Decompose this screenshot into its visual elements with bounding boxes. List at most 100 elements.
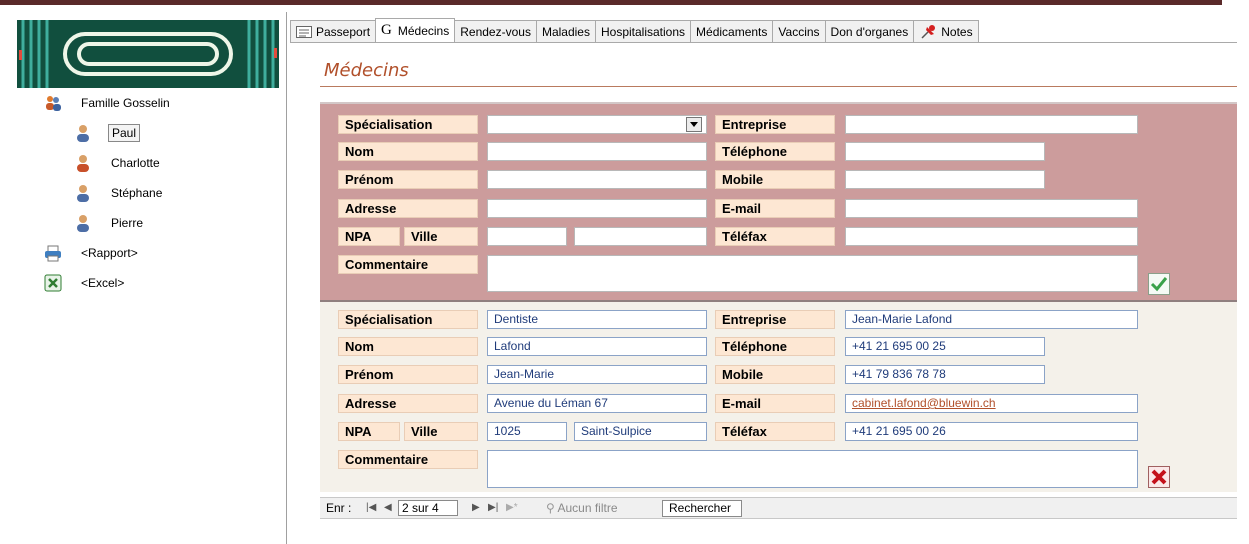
tab-vaccins[interactable]: Vaccins [772, 20, 826, 42]
pushpin-icon [919, 24, 937, 40]
tree-item-label: <Rapport> [81, 246, 138, 260]
telephone-value[interactable]: +41 21 695 00 25 [845, 337, 1045, 356]
app-logo [17, 20, 279, 88]
tab-label: Vaccins [778, 24, 820, 39]
tree-item-member-stephane[interactable]: Stéphane [74, 182, 165, 204]
label-telephone: Téléphone [715, 337, 835, 356]
label-entreprise: Entreprise [715, 310, 835, 329]
label-ville: Ville [404, 227, 478, 246]
save-button[interactable] [1148, 273, 1170, 295]
label-prenom: Prénom [338, 365, 478, 384]
record-label: Enr : [326, 501, 352, 515]
entreprise-field[interactable] [845, 115, 1138, 134]
npa-field[interactable] [487, 227, 567, 246]
record-position-input[interactable]: 2 sur 4 [398, 500, 458, 516]
g-letter-icon: G [381, 22, 392, 38]
tree-item-label: <Excel> [81, 276, 125, 290]
email-link[interactable]: cabinet.lafond@bluewin.ch [845, 394, 1138, 413]
delete-button[interactable] [1148, 466, 1170, 488]
page-title: Médecins [324, 60, 409, 81]
next-record-icon[interactable]: ▶ [472, 502, 480, 513]
tree-item-label: Famille Gosselin [81, 96, 170, 110]
tree-item-member-paul[interactable]: Paul [74, 122, 141, 144]
telephone-field[interactable] [845, 142, 1045, 161]
family-icon [44, 94, 62, 112]
label-npa: NPA [338, 422, 400, 441]
label-entreprise: Entreprise [715, 115, 835, 134]
label-email: E-mail [715, 199, 835, 218]
filter-status[interactable]: ⚲ Aucun filtre [546, 501, 618, 515]
label-mobile: Mobile [715, 365, 835, 384]
title-underline [320, 86, 1237, 87]
tree-item-excel[interactable]: <Excel> [44, 272, 127, 294]
label-ville: Ville [404, 422, 478, 441]
tab-label: Médicaments [696, 24, 768, 39]
ville-value[interactable]: Saint-Sulpice [574, 422, 707, 441]
adresse-field[interactable] [487, 199, 707, 218]
tree-item-label: Stéphane [111, 186, 163, 200]
commentaire-value[interactable] [487, 450, 1138, 488]
label-telephone: Téléphone [715, 142, 835, 161]
checkmark-icon [1148, 273, 1170, 295]
label-telefax: Téléfax [715, 227, 835, 246]
label-commentaire: Commentaire [338, 450, 478, 469]
tab-medecins[interactable]: G Médecins [375, 18, 456, 42]
prev-record-icon[interactable]: ◀ [384, 502, 392, 513]
tree-item-member-pierre[interactable]: Pierre [74, 212, 146, 234]
tab-label: Rendez-vous [460, 24, 531, 39]
specialisation-select[interactable] [487, 115, 707, 134]
tree-item-member-charlotte[interactable]: Charlotte [74, 152, 163, 174]
npa-value[interactable]: 1025 [487, 422, 567, 441]
label-telefax: Téléfax [715, 422, 835, 441]
person-icon [74, 124, 92, 142]
tab-maladies[interactable]: Maladies [535, 20, 596, 42]
label-adresse: Adresse [338, 394, 478, 413]
mobile-field[interactable] [845, 170, 1045, 189]
tab-label: Maladies [541, 24, 590, 39]
specialisation-value[interactable]: Dentiste [487, 310, 707, 329]
tab-rendez-vous[interactable]: Rendez-vous [454, 20, 537, 42]
nom-value[interactable]: Lafond [487, 337, 707, 356]
telefax-value[interactable]: +41 21 695 00 26 [845, 422, 1138, 441]
mobile-value[interactable]: +41 79 836 78 78 [845, 365, 1045, 384]
prenom-field[interactable] [487, 170, 707, 189]
tab-label: Hospitalisations [600, 24, 686, 39]
tab-divider [290, 42, 1237, 43]
first-record-icon[interactable]: |◀ [366, 502, 376, 513]
record-navigation-bar: Enr : |◀ ◀ 2 sur 4 ▶ ▶| ▶* ⚲ Aucun filtr… [320, 497, 1237, 519]
funnel-icon: ⚲ [546, 501, 555, 515]
person-icon [74, 214, 92, 232]
record-panel: Spécialisation Dentiste Entreprise Jean-… [320, 302, 1237, 492]
sidebar: Famille Gosselin Paul Charlotte Stéphane… [0, 12, 287, 544]
ville-field[interactable] [574, 227, 707, 246]
tab-bar: Passeport G Médecins Rendez-vous Maladie… [290, 18, 979, 42]
label-nom: Nom [338, 337, 478, 356]
commentaire-field[interactable] [487, 255, 1138, 292]
new-record-panel: Spécialisation Entreprise Nom Téléphone … [320, 104, 1237, 300]
prenom-value[interactable]: Jean-Marie [487, 365, 707, 384]
tree-item-report[interactable]: <Rapport> [44, 242, 141, 264]
tab-label: Passeport [316, 24, 371, 39]
person-icon [74, 154, 92, 172]
tab-passeport[interactable]: Passeport [290, 20, 377, 42]
label-mobile: Mobile [715, 170, 835, 189]
form-icon [296, 25, 312, 38]
tab-notes[interactable]: Notes [913, 20, 979, 42]
new-record-icon[interactable]: ▶* [506, 502, 518, 513]
tab-don-organes[interactable]: Don d'organes [824, 20, 915, 42]
label-nom: Nom [338, 142, 478, 161]
tab-medicaments[interactable]: Médicaments [690, 20, 774, 42]
filter-label: Aucun filtre [557, 501, 618, 515]
printer-icon [44, 244, 62, 262]
chevron-down-icon[interactable] [686, 117, 702, 132]
tab-hospitalisations[interactable]: Hospitalisations [594, 20, 692, 42]
entreprise-value[interactable]: Jean-Marie Lafond [845, 310, 1138, 329]
nom-field[interactable] [487, 142, 707, 161]
telefax-field[interactable] [845, 227, 1138, 246]
tree-item-family[interactable]: Famille Gosselin [44, 92, 173, 114]
last-record-icon[interactable]: ▶| [488, 502, 498, 513]
excel-icon [44, 274, 62, 292]
adresse-value[interactable]: Avenue du Léman 67 [487, 394, 707, 413]
email-field[interactable] [845, 199, 1138, 218]
search-input[interactable]: Rechercher [662, 500, 743, 517]
